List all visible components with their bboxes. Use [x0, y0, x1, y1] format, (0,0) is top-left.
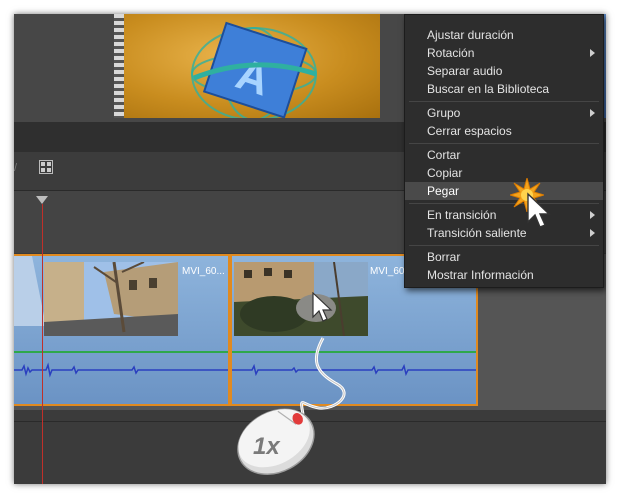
menu-item-rotacion[interactable]: Rotación	[405, 44, 603, 62]
submenu-arrow-icon	[590, 109, 595, 117]
menu-item-grupo[interactable]: Grupo	[405, 104, 603, 122]
storyboard-toggle-icon[interactable]	[39, 160, 53, 174]
click-count-label: 1x	[253, 433, 281, 460]
menu-item-ajustar-duracion[interactable]: Ajustar duración	[405, 26, 603, 44]
submenu-arrow-icon	[590, 49, 595, 57]
menu-item-label: Transición saliente	[427, 226, 527, 240]
menu-item-label: Cortar	[427, 148, 461, 162]
menu-item-en-transicion[interactable]: En transición	[405, 206, 603, 224]
menu-separator	[409, 143, 599, 144]
mouse-icon: 1x	[237, 337, 346, 475]
menu-separator	[409, 203, 599, 204]
menu-item-transicion-saliente[interactable]: Transición saliente	[405, 224, 603, 242]
menu-item-label: Ajustar duración	[427, 28, 514, 42]
menu-item-label: Cerrar espacios	[427, 124, 512, 138]
menu-item-copiar[interactable]: Copiar	[405, 164, 603, 182]
timeline-clip[interactable]: MVI_60...	[14, 254, 230, 406]
submenu-arrow-icon	[590, 211, 595, 219]
toolbar-edge: /	[14, 162, 18, 174]
menu-item-cerrar-espacios[interactable]: Cerrar espacios	[405, 122, 603, 140]
menu-separator	[409, 101, 599, 102]
volume-line[interactable]	[14, 351, 228, 353]
menu-item-label: Grupo	[427, 106, 461, 120]
clip-thumbnail	[234, 262, 368, 336]
menu-item-borrar[interactable]: Borrar	[405, 248, 603, 266]
submenu-arrow-icon	[590, 229, 595, 237]
menu-item-buscar-biblioteca[interactable]: Buscar en la Biblioteca	[405, 80, 603, 98]
menu-item-separar-audio[interactable]: Separar audio	[405, 62, 603, 80]
menu-item-label: Rotación	[427, 46, 475, 60]
menu-item-label: Separar audio	[427, 64, 503, 78]
menu-item-label: Pegar	[427, 184, 460, 198]
menu-separator	[409, 245, 599, 246]
playhead-line[interactable]	[42, 204, 43, 484]
menu-item-label: En transición	[427, 208, 497, 222]
mouse-pointer-icon	[312, 292, 333, 322]
preview-frame: A	[124, 14, 380, 118]
menu-item-label: Copiar	[427, 166, 463, 180]
clip-name: MVI_60...	[182, 266, 225, 277]
menu-item-label: Buscar en la Biblioteca	[427, 82, 550, 96]
context-menu: Ajustar duración Rotación Separar audio …	[404, 14, 604, 288]
audio-waveform	[14, 362, 228, 378]
menu-item-label: Borrar	[427, 250, 461, 264]
preview-image: A	[191, 21, 317, 118]
menu-item-mostrar-informacion[interactable]: Mostrar Información	[405, 266, 603, 284]
film-strip	[114, 14, 124, 118]
playhead-marker-icon[interactable]	[36, 196, 48, 204]
menu-item-cortar[interactable]: Cortar	[405, 146, 603, 164]
mouse-pointer-icon	[527, 192, 551, 228]
clip-thumbnail	[44, 262, 178, 336]
menu-item-pegar[interactable]: Pegar	[405, 182, 603, 200]
menu-item-label: Mostrar Información	[427, 268, 534, 282]
